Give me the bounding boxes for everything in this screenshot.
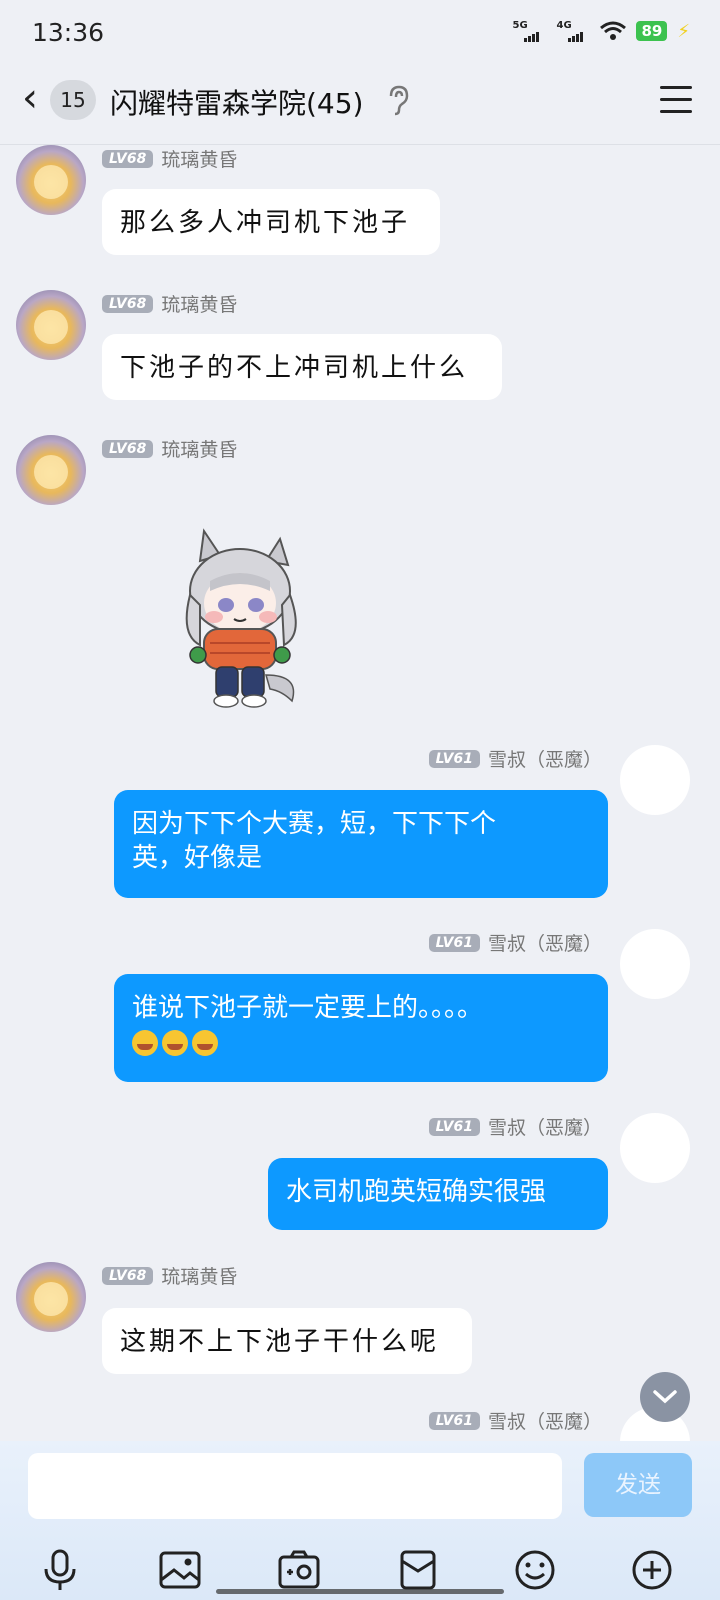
level-badge: LV61 <box>428 933 480 952</box>
status-icons: 5G 4G 89 ⚡ <box>512 20 690 42</box>
input-panel: 发送 <box>0 1441 720 1600</box>
message-meta: LV68 琉璃黄昏 <box>102 145 237 172</box>
signal-4g-icon: 4G <box>556 20 590 42</box>
message-text-line: 谁说下池子就一定要上的。。。。 <box>132 993 484 1023</box>
message-text-line: 因为下下个大赛，短，下下下个 <box>132 809 497 839</box>
back-icon[interactable]: ‹ <box>22 78 38 118</box>
laugh-cry-emoji <box>132 1029 158 1056</box>
message-bubble[interactable]: 水司机跑英短确实很强 <box>268 1158 608 1230</box>
avatar[interactable] <box>16 435 86 505</box>
avatar[interactable] <box>620 1113 690 1183</box>
message-meta: LV68 琉璃黄昏 <box>102 1262 237 1289</box>
level-badge: LV61 <box>428 1411 480 1430</box>
emoji-row <box>132 1025 590 1059</box>
microphone-icon[interactable] <box>35 1545 85 1595</box>
sender-name[interactable]: 琉璃黄昏 <box>161 290 237 317</box>
level-badge: LV61 <box>428 1117 480 1136</box>
level-badge: LV68 <box>102 294 154 313</box>
level-badge: LV68 <box>102 439 154 458</box>
message-input[interactable] <box>28 1453 562 1519</box>
message-meta: LV68 琉璃黄昏 <box>102 435 237 462</box>
status-bar: 13:36 5G 4G 89 ⚡ <box>0 0 720 66</box>
camera-icon[interactable] <box>274 1545 324 1595</box>
battery-indicator: 89 <box>636 21 668 41</box>
avatar[interactable] <box>620 745 690 815</box>
signal-5g-icon: 5G <box>512 20 546 42</box>
level-badge: LV68 <box>102 149 154 168</box>
sender-name[interactable]: 雪叔（恶魔） <box>488 1113 602 1140</box>
wifi-icon <box>600 21 627 40</box>
laugh-cry-emoji <box>162 1029 188 1056</box>
home-indicator[interactable] <box>216 1589 504 1594</box>
message-text-line: 英，好像是 <box>132 843 263 873</box>
laugh-cry-emoji <box>192 1029 218 1056</box>
ear-icon[interactable] <box>386 84 410 116</box>
message-meta: LV61 雪叔（恶魔） <box>428 745 602 772</box>
unread-badge[interactable]: 15 <box>50 80 96 120</box>
menu-icon[interactable] <box>660 86 692 114</box>
emoji-icon[interactable] <box>510 1545 560 1595</box>
message-bubble[interactable]: 下池子的不上冲司机上什么 <box>102 334 502 400</box>
chevron-down-icon <box>653 1390 677 1404</box>
message-bubble[interactable]: 因为下下个大赛，短，下下下个 英，好像是 <box>114 790 608 898</box>
plus-icon[interactable] <box>627 1545 677 1595</box>
scroll-to-bottom-button[interactable] <box>640 1372 690 1422</box>
message-meta: LV68 琉璃黄昏 <box>102 290 237 317</box>
sender-name[interactable]: 琉璃黄昏 <box>161 145 237 172</box>
chat-header: ‹ 15 闪耀特雷森学院(45) <box>0 66 720 145</box>
charging-icon: ⚡ <box>677 20 690 42</box>
input-toolbar <box>0 1545 720 1595</box>
avatar[interactable] <box>16 290 86 360</box>
avatar[interactable] <box>16 1262 86 1332</box>
group-title[interactable]: 闪耀特雷森学院(45) <box>110 82 363 122</box>
avatar[interactable] <box>620 929 690 999</box>
message-bubble[interactable]: 谁说下池子就一定要上的。。。。 <box>114 974 608 1082</box>
message-bubble[interactable]: 这期不上下池子干什么呢 <box>102 1308 472 1374</box>
red-packet-icon[interactable] <box>393 1545 443 1595</box>
send-button[interactable]: 发送 <box>584 1453 692 1517</box>
level-badge: LV68 <box>102 1266 154 1285</box>
level-badge: LV61 <box>428 749 480 768</box>
message-meta: LV61 雪叔（恶魔） <box>428 929 602 956</box>
message-meta: LV61 雪叔（恶魔） <box>428 1407 602 1434</box>
image-icon[interactable] <box>155 1545 205 1595</box>
chibi-horse-girl-sticker[interactable] <box>170 525 310 715</box>
sender-name[interactable]: 琉璃黄昏 <box>161 435 237 462</box>
status-time: 13:36 <box>32 18 105 47</box>
sender-name[interactable]: 雪叔（恶魔） <box>488 929 602 956</box>
avatar[interactable] <box>16 145 86 215</box>
message-list[interactable]: LV68 琉璃黄昏 那么多人冲司机下池子 LV68 琉璃黄昏 下池子的不上冲司机… <box>0 145 720 1441</box>
sender-name[interactable]: 雪叔（恶魔） <box>488 745 602 772</box>
sender-name[interactable]: 雪叔（恶魔） <box>488 1407 602 1434</box>
sender-name[interactable]: 琉璃黄昏 <box>161 1262 237 1289</box>
message-bubble[interactable]: 那么多人冲司机下池子 <box>102 189 440 255</box>
message-meta: LV61 雪叔（恶魔） <box>428 1113 602 1140</box>
